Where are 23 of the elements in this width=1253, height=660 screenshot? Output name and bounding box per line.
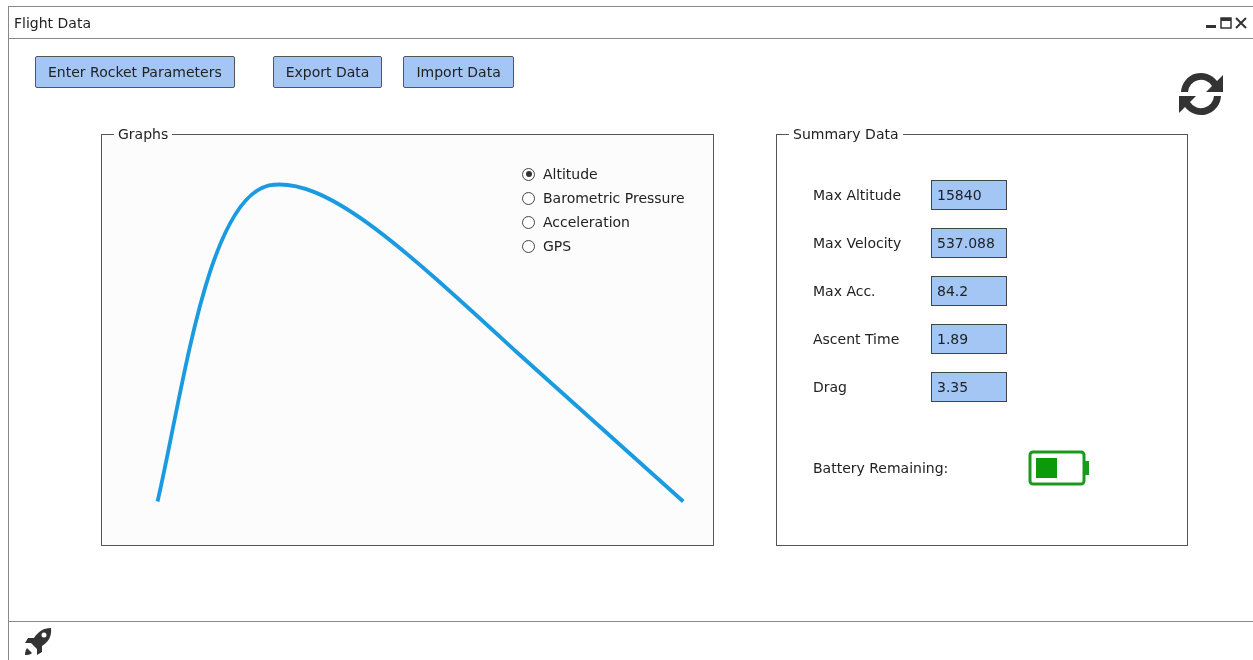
field-label: Max Acc. <box>813 283 877 299</box>
value-field[interactable]: 84.2 <box>931 276 1007 306</box>
value-field[interactable]: 15840 <box>931 180 1007 210</box>
toolbar-button[interactable]: Export Data <box>272 56 383 88</box>
value-field[interactable]: 537.088 <box>931 228 1007 258</box>
radio-option[interactable]: Barometric Pressure <box>522 190 685 206</box>
radio-option[interactable]: GPS <box>522 238 685 254</box>
field-label: Ascent Time <box>813 331 901 347</box>
value-field[interactable]: 1.89 <box>931 324 1007 354</box>
panel-title: Summary Data <box>792 126 900 142</box>
field-label: Drag <box>813 379 848 395</box>
maximize-icon[interactable] <box>1220 16 1232 29</box>
field-label: Battery Remaining: <box>813 460 949 476</box>
close-icon[interactable] <box>1235 16 1247 29</box>
window-title: Flight Data <box>14 14 91 31</box>
toolbar-button[interactable]: Import Data <box>403 56 514 88</box>
radio-option[interactable]: Altitude <box>522 166 685 182</box>
toolbar-button[interactable]: Enter Rocket Parameters <box>35 56 235 88</box>
radio-option[interactable]: Acceleration <box>522 214 685 230</box>
field-label: Max Velocity <box>813 235 903 251</box>
panel-title: Graphs <box>117 126 170 142</box>
field-label: Max Altitude <box>813 187 903 203</box>
value-field[interactable]: 3.35 <box>931 372 1007 402</box>
